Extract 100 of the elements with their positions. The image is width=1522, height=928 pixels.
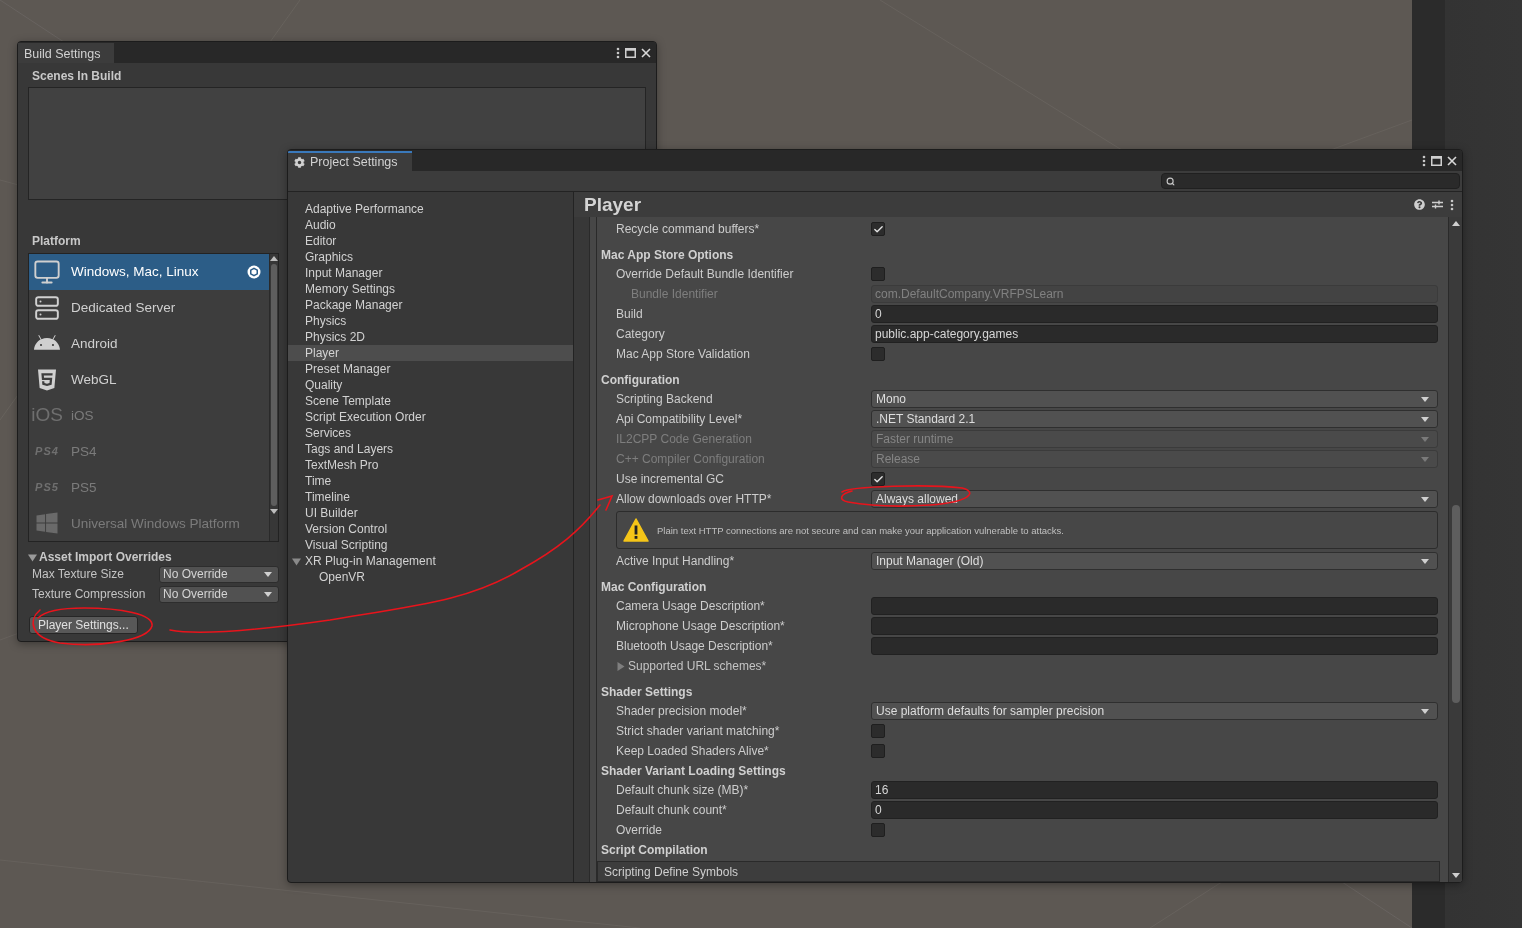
dropdown-caret-icon (1421, 558, 1429, 564)
dropdown[interactable]: Always allowed (871, 490, 1438, 508)
scroll-down-icon[interactable] (1451, 873, 1460, 878)
field-label: Category (616, 327, 666, 341)
nav-item[interactable]: Quality (288, 377, 573, 393)
close-icon[interactable] (1447, 155, 1457, 166)
nav-item[interactable]: TextMesh Pro (288, 457, 573, 473)
platform-item[interactable]: Windows, Mac, Linux (29, 254, 269, 290)
field-label: Max Texture Size (32, 567, 125, 581)
nav-item[interactable]: Audio (288, 217, 573, 233)
nav-item[interactable]: OpenVR (288, 569, 573, 585)
dropdown[interactable]: Mono (871, 390, 1438, 408)
more-icon[interactable] (616, 46, 620, 59)
more-icon[interactable] (1422, 154, 1426, 167)
nav-item[interactable]: Physics (288, 313, 573, 329)
nav-item[interactable]: Time (288, 473, 573, 489)
nav-item[interactable]: Version Control (288, 521, 573, 537)
nav-item[interactable]: Input Manager (288, 265, 573, 281)
foldout-label[interactable]: Supported URL schemes* (628, 659, 767, 673)
nav-item[interactable]: UI Builder (288, 505, 573, 521)
section-title: Scenes In Build (31, 68, 123, 85)
text-field[interactable] (871, 637, 1438, 655)
text-field[interactable]: 0 (871, 801, 1438, 819)
section-header: Script Compilation (601, 841, 709, 859)
scrollbar[interactable] (1448, 217, 1462, 882)
search-icon (1166, 176, 1175, 186)
field-label: Shader precision model* (616, 704, 748, 718)
nav-item[interactable]: Memory Settings (288, 281, 573, 297)
dropdown-caret-icon (1421, 416, 1429, 422)
checkbox[interactable] (871, 724, 885, 738)
foldout-label[interactable]: Asset Import Overrides (39, 550, 172, 564)
foldout-arrow-icon[interactable] (616, 661, 625, 671)
cube-icon (247, 264, 261, 279)
help-icon[interactable] (1414, 199, 1425, 210)
dropdown[interactable]: Input Manager (Old) (871, 552, 1438, 570)
warning-text: Plain text HTTP connections are not secure and can make your application vulnerable to attacks. (657, 524, 1064, 536)
maximize-icon[interactable] (625, 47, 636, 58)
nav-item[interactable]: Visual Scripting (288, 537, 573, 553)
platform-item[interactable]: Dedicated Server (29, 289, 269, 326)
field-label: Build (616, 307, 644, 321)
scroll-up-icon[interactable] (270, 256, 278, 261)
close-icon[interactable] (641, 47, 651, 58)
nav-item[interactable]: Script Execution Order (288, 409, 573, 425)
nav-item[interactable]: Editor (288, 233, 573, 249)
sliders-icon[interactable] (1432, 199, 1443, 210)
foldout-arrow-icon[interactable] (28, 552, 37, 562)
dropdown[interactable]: Use platform defaults for sampler precision (871, 702, 1438, 720)
nav-item[interactable]: Tags and Layers (288, 441, 573, 457)
field-label: Use incremental GC (616, 472, 726, 486)
section-header: Mac App Store Options (601, 246, 735, 264)
nav-item[interactable]: Package Manager (288, 297, 573, 313)
maximize-icon[interactable] (1431, 155, 1442, 166)
window-tab[interactable]: Project Settings (288, 151, 412, 171)
nav-item[interactable]: Preset Manager (288, 361, 573, 377)
dropdown-caret-icon (264, 571, 272, 577)
checkbox[interactable] (871, 222, 885, 236)
dropdown-caret-icon (264, 591, 272, 597)
scroll-thumb[interactable] (271, 264, 277, 506)
checkbox[interactable] (871, 823, 885, 837)
nav-item[interactable]: Services (288, 425, 573, 441)
nav-item[interactable]: Player (288, 345, 573, 361)
window-tab[interactable]: Build Settings (18, 43, 115, 63)
player-settings-button[interactable]: Player Settings... (29, 616, 138, 634)
scroll-down-icon[interactable] (270, 509, 278, 514)
field-label: Scripting Backend (616, 392, 714, 406)
dropdown[interactable]: .NET Standard 2.1 (871, 410, 1438, 428)
checkbox[interactable] (871, 472, 885, 486)
section-header: Configuration (601, 371, 681, 389)
field-label: Mac App Store Validation (616, 347, 751, 361)
field-label: Microphone Usage Description* (616, 619, 786, 633)
text-field[interactable]: 0 (871, 305, 1438, 323)
platform-item[interactable]: Android (29, 325, 269, 362)
text-field[interactable] (871, 617, 1438, 635)
nav-item[interactable]: Physics 2D (288, 329, 573, 345)
field-label: Bluetooth Usage Description* (616, 639, 774, 653)
platform-item[interactable]: WebGL (29, 361, 269, 398)
section-header: Shader Settings (601, 683, 694, 701)
checkbox[interactable] (871, 347, 885, 361)
html5-icon (35, 367, 59, 392)
search-field[interactable] (1161, 173, 1460, 189)
nav-item[interactable]: Scene Template (288, 393, 573, 409)
scrollbar[interactable] (269, 254, 278, 541)
nav-item[interactable]: XR Plug-in Management (288, 553, 573, 569)
text-field[interactable]: public.app-category.games (871, 325, 1438, 343)
field-label: Active Input Handling* (616, 554, 736, 568)
more-icon[interactable] (1450, 198, 1454, 211)
scroll-up-icon[interactable] (1451, 221, 1460, 226)
scroll-thumb[interactable] (1451, 505, 1460, 703)
text-field[interactable] (871, 597, 1438, 615)
checkbox[interactable] (871, 744, 885, 758)
nav-item[interactable]: Timeline (288, 489, 573, 505)
dropdown[interactable]: No Override (159, 585, 279, 603)
checkbox[interactable] (871, 267, 885, 281)
text-field[interactable]: 16 (871, 781, 1438, 799)
nav-item[interactable]: Adaptive Performance (288, 201, 573, 217)
foldout-arrow-icon[interactable] (292, 557, 301, 566)
section-header: Shader Variant Loading Settings (601, 762, 787, 780)
dropdown[interactable]: No Override (159, 565, 279, 583)
section-header: Mac Configuration (601, 578, 708, 596)
nav-item[interactable]: Graphics (288, 249, 573, 265)
